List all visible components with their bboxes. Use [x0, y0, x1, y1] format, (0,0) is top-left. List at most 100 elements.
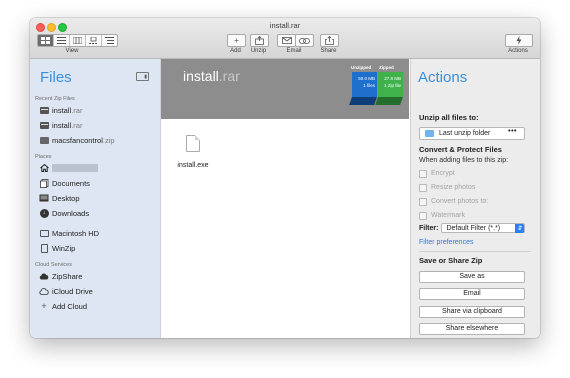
unzipped-label: Unzipped	[351, 65, 372, 70]
save-as-button[interactable]: Save as	[419, 271, 525, 283]
link-button[interactable]	[295, 34, 314, 47]
share-via-clipboard-button[interactable]: Share via clipboard	[419, 306, 525, 318]
unzip-icon	[255, 36, 264, 45]
unzip-header: Unzip all files to:	[419, 113, 479, 122]
recent-file-ext: .rar	[71, 120, 83, 130]
zipped-size: 27.8 MB	[384, 76, 401, 81]
sidebar-item-winzip[interactable]: WinZip	[39, 242, 75, 254]
sidebar-item-icloud-drive[interactable]: iCloud Drive	[39, 285, 93, 297]
resize-photos-checkbox[interactable]: Resize photos	[419, 183, 475, 192]
watermark-checkbox[interactable]: Watermark	[419, 211, 465, 220]
zipped-files: 1 Zip file	[383, 83, 401, 88]
cover-view-icon[interactable]	[102, 35, 117, 46]
documents-icon	[39, 178, 49, 188]
sidebar-item-label: Downloads	[52, 208, 90, 218]
zip-archive-icon	[39, 136, 49, 144]
downloads-icon: ↓	[39, 208, 49, 218]
sidebar-item-label: Macintosh HD	[52, 228, 100, 238]
encrypt-checkbox[interactable]: Encrypt	[419, 169, 455, 178]
column-view-icon[interactable]	[70, 35, 86, 46]
unzip-destination-label: Last unzip folder	[439, 130, 491, 137]
add-label: Add	[230, 48, 241, 54]
actions-label: Actions	[508, 48, 528, 54]
document-icon	[186, 135, 200, 152]
sidebar-item-add-cloud[interactable]: + Add Cloud	[39, 300, 87, 312]
sidebar-item-desktop[interactable]: Desktop	[39, 192, 80, 204]
home-icon	[39, 164, 49, 172]
cloud-outline-icon	[39, 287, 49, 295]
email-label: Email	[286, 48, 302, 54]
checkbox-label: Encrypt	[431, 170, 455, 177]
filter-label: Filter:	[419, 224, 439, 232]
sidebar-title: Files	[40, 69, 72, 86]
share-elsewhere-button[interactable]: Share elsewhere	[419, 323, 525, 335]
unzip-button[interactable]	[250, 34, 269, 47]
recent-file-ext: .rar	[71, 105, 83, 115]
disk-image-icon	[39, 243, 49, 253]
sidebar-item-recent-2[interactable]: install .rar	[39, 119, 82, 131]
envelope-icon	[281, 37, 292, 44]
view-label: View	[65, 48, 79, 54]
unzip-label: Unzip	[250, 48, 267, 54]
plus-icon: +	[41, 301, 47, 311]
toolbar: install.rar View + Add Unzip Email Share…	[30, 18, 540, 59]
recent-file-ext: .zip	[102, 135, 115, 145]
chevron-updown-icon: ⇵	[515, 224, 525, 233]
sidebar-item-documents[interactable]: Documents	[39, 177, 90, 189]
winzip-window: install.rar View + Add Unzip Email Share…	[30, 18, 540, 338]
more-options-button[interactable]: •••	[508, 128, 517, 135]
share-button[interactable]	[320, 34, 339, 47]
sidebar-item-zipshare[interactable]: ZipShare	[39, 270, 82, 282]
sidebar-item-recent-3[interactable]: macsfancontrol .zip	[39, 134, 115, 146]
filter-preferences-link[interactable]: Filter preferences	[419, 239, 473, 246]
sidebar-item-label: WinZip	[52, 243, 76, 253]
places-header: Places	[35, 154, 52, 160]
archive-title: install.rar	[183, 68, 240, 84]
lightning-icon	[516, 36, 522, 45]
zipped-stat-box: 27.8 MB 1 Zip file	[378, 72, 403, 97]
unzip-destination-select[interactable]: Last unzip folder •••	[419, 127, 525, 140]
folder-icon	[425, 130, 434, 137]
divider	[419, 251, 531, 252]
sidebar-toggle-button[interactable]: ▮	[136, 72, 149, 81]
recent-zip-files-header: Recent Zip Files	[35, 96, 75, 102]
archive-name: install	[183, 68, 219, 84]
sidebar: Files ▮ Recent Zip Files install .rar ins…	[30, 59, 161, 338]
desktop-icon	[39, 194, 49, 202]
gallery-view-icon[interactable]	[86, 35, 102, 46]
unzipped-size: 50.0 MB	[358, 76, 375, 81]
sidebar-item-label: Documents	[52, 178, 90, 188]
link-icon	[299, 37, 310, 44]
convert-photos-checkbox[interactable]: Convert photos to:	[419, 197, 488, 206]
window-title: install.rar	[269, 21, 301, 30]
save-share-header: Save or Share Zip	[419, 256, 483, 265]
file-name: install.exe	[177, 162, 209, 169]
sidebar-item-home[interactable]	[39, 162, 98, 174]
email-zip-button[interactable]: Email	[419, 288, 525, 300]
convert-protect-header: Convert & Protect Files	[419, 145, 502, 154]
actions-title: Actions	[418, 69, 468, 86]
sidebar-item-downloads[interactable]: ↓ Downloads	[39, 207, 89, 219]
email-button[interactable]	[277, 34, 296, 47]
unzipped-files: 1 files	[363, 83, 375, 88]
add-button[interactable]: +	[227, 34, 246, 47]
compression-stats: Unzipped Zipped 50.0 MB 1 files 27.8 MB …	[349, 65, 407, 113]
archive-ext: .rar	[218, 68, 240, 84]
sidebar-item-label: ZipShare	[52, 271, 83, 281]
list-view-icon[interactable]	[54, 35, 70, 46]
archive-banner: install.rar Unzipped Zipped 50.0 MB 1 fi…	[161, 59, 409, 119]
file-item[interactable]: install.exe	[169, 135, 217, 169]
checkbox-label: Resize photos	[431, 184, 476, 191]
filter-select[interactable]: Default Filter (*.*) ⇵	[441, 223, 526, 233]
rar-archive-icon	[39, 121, 49, 129]
checkbox-label: Convert photos to:	[431, 198, 489, 205]
zipped-label: Zipped	[379, 65, 394, 70]
sidebar-item-label: iCloud Drive	[52, 286, 93, 296]
actions-button[interactable]	[505, 34, 533, 47]
cloud-filled-icon	[39, 272, 49, 280]
icon-view-icon[interactable]	[38, 35, 54, 46]
sidebar-item-macintosh-hd[interactable]: Macintosh HD	[39, 227, 99, 239]
sidebar-item-recent-1[interactable]: install .rar	[39, 104, 82, 116]
recent-file-name: macsfancontrol	[52, 135, 103, 145]
view-segmented-control[interactable]	[37, 34, 118, 47]
